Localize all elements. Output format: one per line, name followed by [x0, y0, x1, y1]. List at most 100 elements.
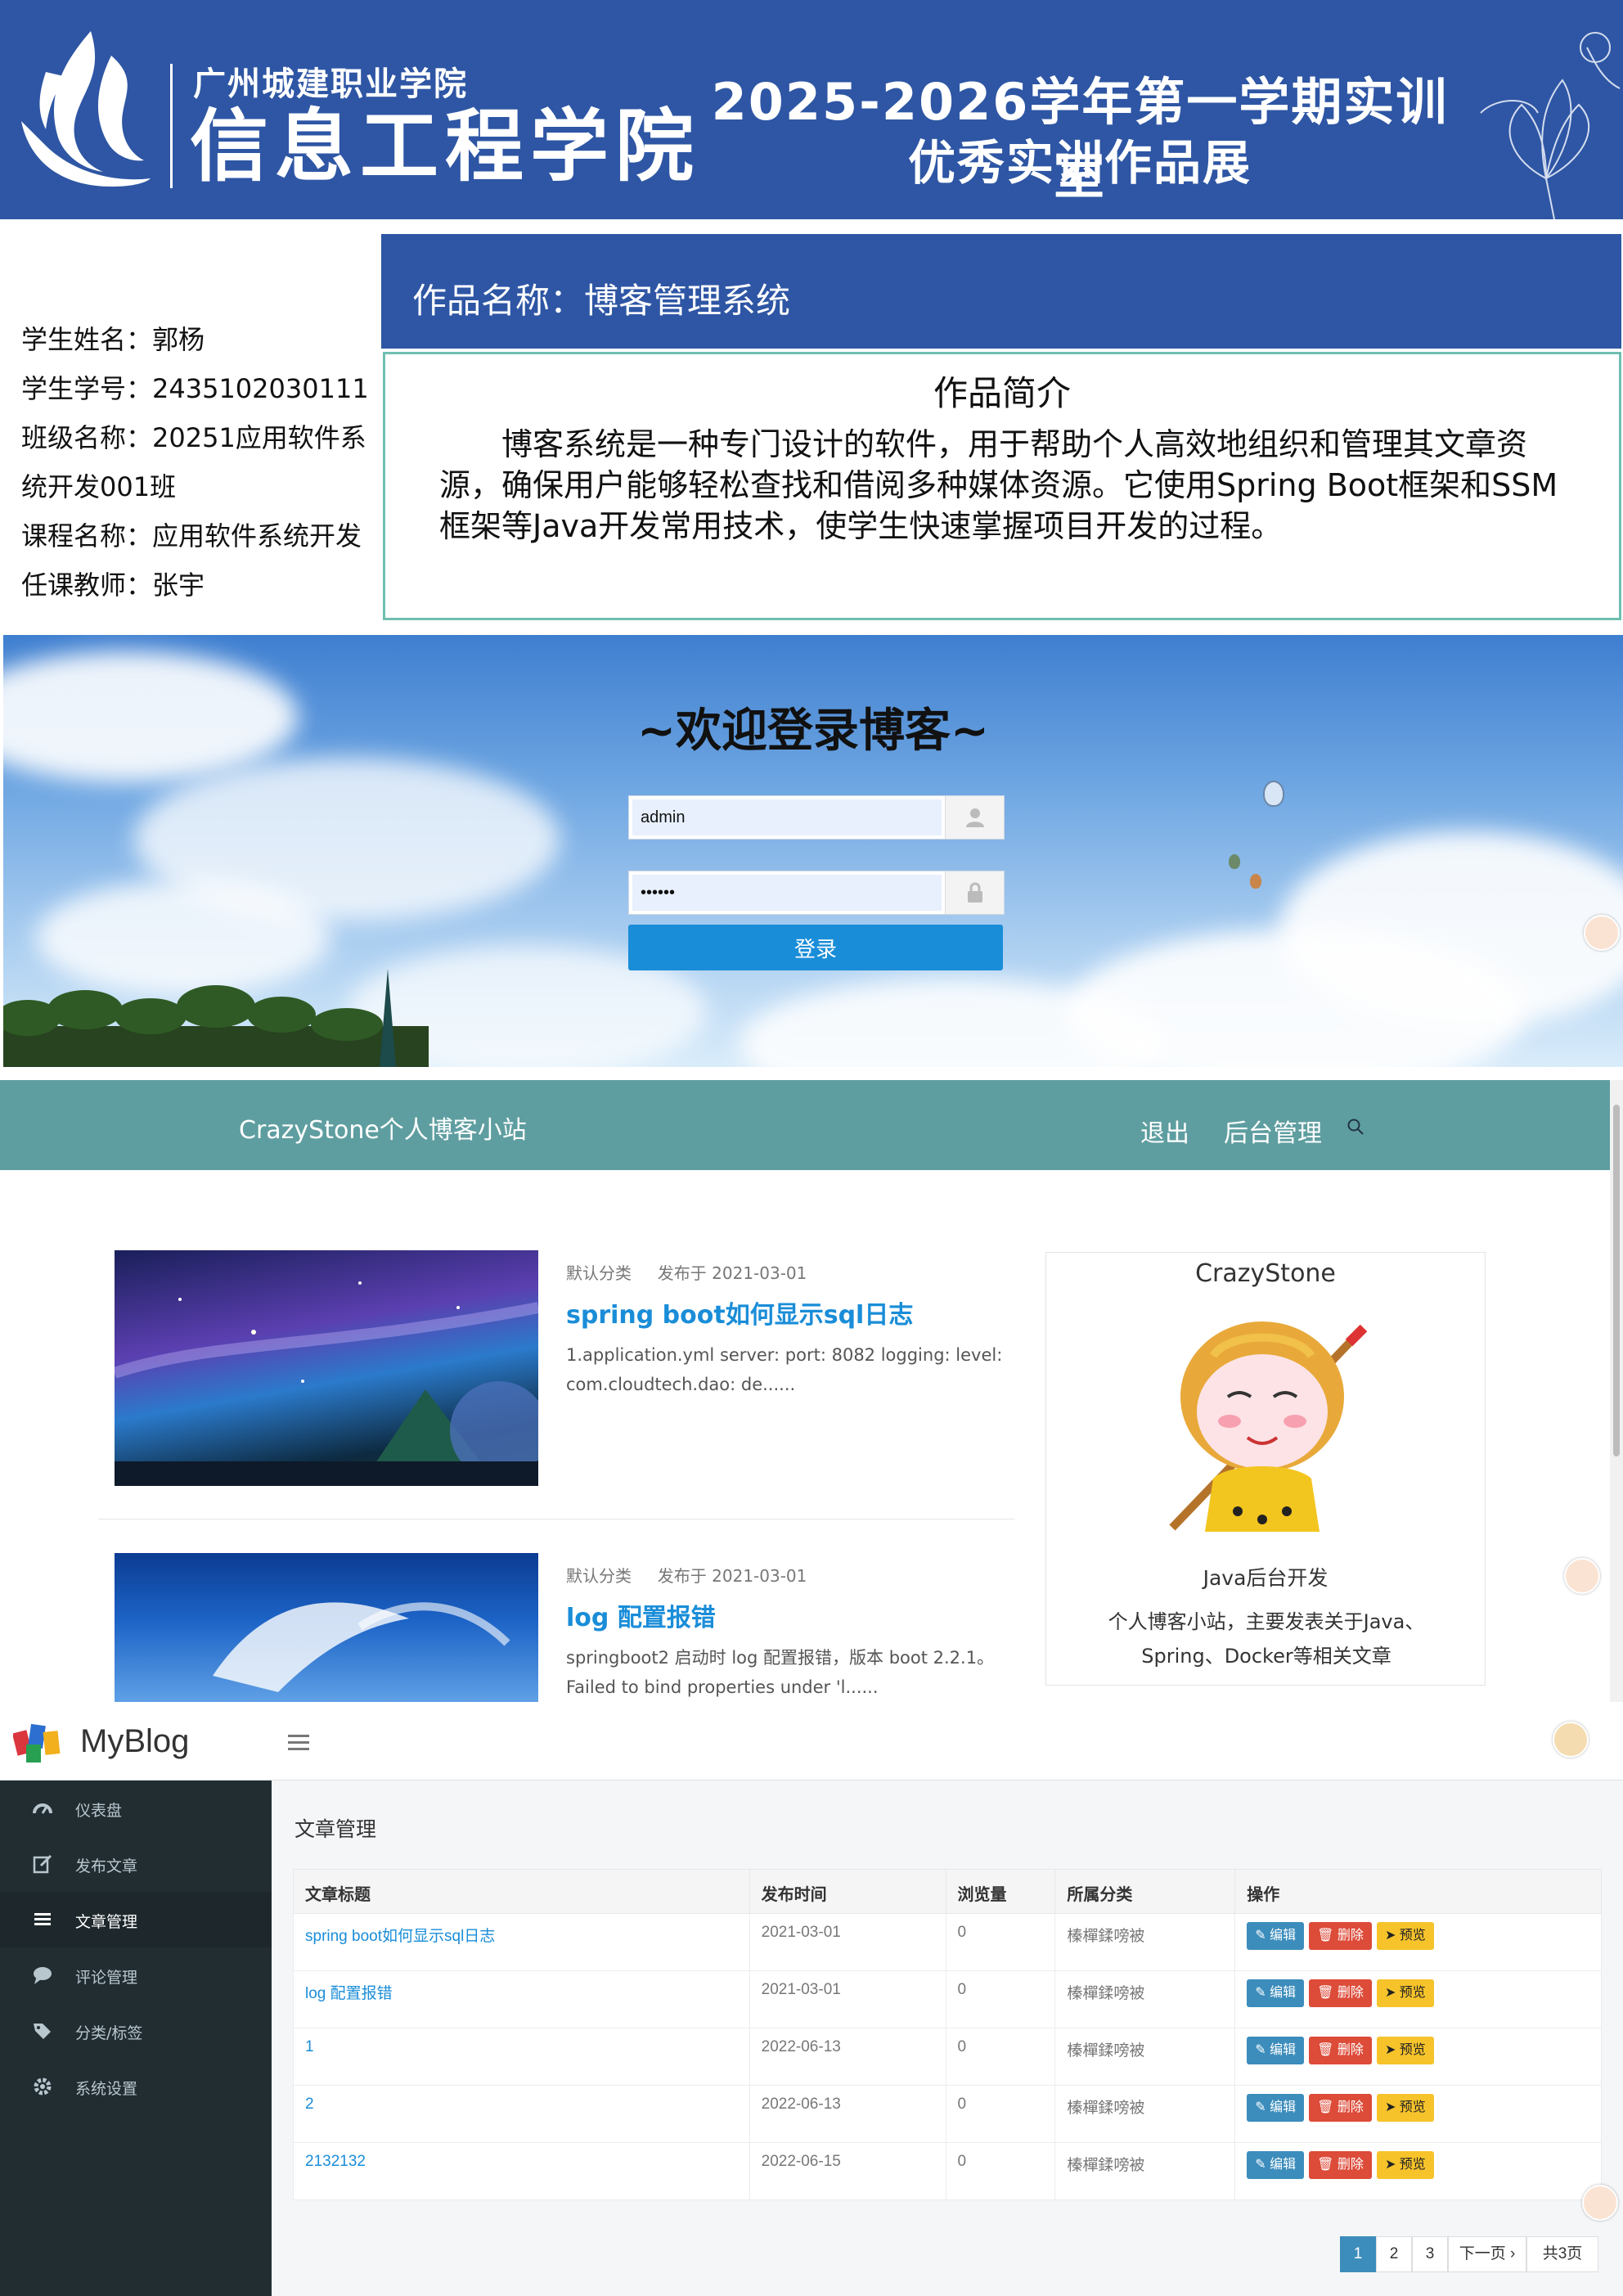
- delete-button[interactable]: 🗑 删除: [1309, 2094, 1372, 2122]
- page-button-3[interactable]: 3: [1412, 2236, 1448, 2272]
- table-cell: 2022-06-13: [749, 2085, 946, 2143]
- preview-button[interactable]: ➤ 预览: [1376, 1922, 1434, 1950]
- lotus-decoration-icon: [1480, 32, 1621, 219]
- delete-button[interactable]: 🗑 删除: [1309, 1979, 1372, 2007]
- edit-button[interactable]: ✎ 编辑: [1247, 2037, 1305, 2064]
- button-label: 编辑: [1270, 1929, 1297, 1943]
- edit-button[interactable]: ✎ 编辑: [1247, 2151, 1305, 2179]
- button-label: 删除: [1337, 1929, 1364, 1943]
- preview-button[interactable]: ➤ 预览: [1376, 2094, 1434, 2122]
- article-title-link[interactable]: 1: [293, 2028, 750, 2086]
- table-row: spring boot如何显示sql日志 2021-03-01 0 榛樿鍒嗙被 ✎ 编辑…: [293, 1913, 1602, 1971]
- table-cell: 2021-03-01: [749, 1970, 946, 2028]
- table-actions: ✎ 编辑 🗑 删除 ➤ 预览: [1234, 1913, 1602, 1971]
- login-button[interactable]: 登录: [628, 925, 1003, 970]
- user-avatar-icon[interactable]: [1553, 1722, 1589, 1758]
- article-title-link[interactable]: spring boot如何显示sql日志: [293, 1913, 750, 1971]
- table-cell: 2021-03-01: [749, 1913, 946, 1971]
- blog-brand[interactable]: CrazyStone个人博客小站: [239, 1110, 527, 1146]
- button-label: 编辑: [1270, 2100, 1297, 2114]
- username-input[interactable]: admin: [632, 799, 942, 835]
- student-id: 学生学号：2435102030111: [21, 373, 369, 404]
- palm-trees-image: [3, 969, 429, 1067]
- sidebar-item-label: 评论管理: [75, 1969, 138, 1987]
- table-header: 所属分类: [1054, 1869, 1236, 1914]
- student-teacher: 任课教师：张宇: [21, 569, 205, 601]
- button-label: 删除: [1337, 2043, 1364, 2057]
- edit-icon: ✎: [1255, 2158, 1270, 2172]
- nav-logout-link[interactable]: 退出: [1140, 1113, 1189, 1149]
- post-category[interactable]: 默认分类: [566, 1566, 632, 1586]
- sidebar-item-publish[interactable]: 发布文章: [0, 1836, 272, 1892]
- intro-box: 作品简介 博客系统是一种专门设计的软件，用于帮助个人高效地组织和管理其文章资源，…: [383, 352, 1621, 620]
- lock-icon: [945, 871, 1004, 914]
- edit-icon: ✎: [1255, 1986, 1270, 2000]
- hamburger-menu-icon[interactable]: [288, 1733, 309, 1751]
- delete-button[interactable]: 🗑 删除: [1309, 1922, 1372, 1950]
- sidebar-item-articles[interactable]: 文章管理: [0, 1892, 272, 1947]
- edit-button[interactable]: ✎ 编辑: [1247, 1922, 1305, 1950]
- admin-sidebar: 仪表盘 发布文章 文章管理 评论管理 分类/标签 系统设置: [0, 1781, 272, 2296]
- sidebar-item-categories[interactable]: 分类/标签: [0, 2003, 272, 2059]
- banner-title-line2: 优秀实训作品展: [907, 135, 1252, 191]
- post-excerpt: 1.application.yml server: port: 8082 log…: [566, 1345, 1003, 1394]
- article-title-link[interactable]: log 配置报错: [293, 1970, 750, 2028]
- preview-button[interactable]: ➤ 预览: [1376, 2037, 1434, 2064]
- monkey-king-avatar-icon: [1169, 1321, 1368, 1532]
- admin-screenshot: MyBlog 仪表盘 发布文章 文章管理 评论管理 分类/标签 系统设置 文章管…: [0, 1702, 1623, 2296]
- post-title[interactable]: log 配置报错: [566, 1597, 716, 1633]
- starry-night-image: [115, 1281, 538, 1486]
- admin-brand-text: MyBlog: [80, 1723, 190, 1759]
- sidebar-item-settings[interactable]: 系统设置: [0, 2059, 272, 2114]
- button-label: 删除: [1337, 2100, 1364, 2114]
- edit-icon: ✎: [1255, 2100, 1270, 2114]
- sidebar-item-dashboard[interactable]: 仪表盘: [0, 1781, 272, 1836]
- school-name: 广州城建职业学院: [193, 65, 468, 103]
- scrollbar-thumb[interactable]: [1613, 1105, 1620, 1456]
- preview-button[interactable]: ➤ 预览: [1376, 1979, 1434, 2007]
- post-thumbnail[interactable]: [115, 1250, 538, 1486]
- table-actions: ✎ 编辑 🗑 删除 ➤ 预览: [1234, 2028, 1602, 2086]
- post-thumbnail[interactable]: [115, 1553, 538, 1702]
- profile-name: CrazyStone: [1195, 1259, 1336, 1288]
- table-actions: ✎ 编辑 🗑 删除 ➤ 预览: [1234, 2085, 1602, 2143]
- page-button-1[interactable]: 1: [1340, 2236, 1376, 2272]
- post-date: 发布于 2021-03-01: [657, 1263, 807, 1283]
- nav-admin-link[interactable]: 后台管理: [1224, 1113, 1322, 1149]
- intro-text: 博客系统是一种专门设计的软件，用于帮助个人高效地组织和管理其文章资源，确保用户能…: [439, 426, 1558, 544]
- table-cell: 2022-06-13: [749, 2028, 946, 2086]
- admin-brand[interactable]: MyBlog: [0, 1702, 272, 1781]
- chat-avatar-icon[interactable]: [1564, 1558, 1600, 1594]
- button-label: 编辑: [1270, 1986, 1297, 2000]
- edit-button[interactable]: ✎ 编辑: [1247, 1979, 1305, 2007]
- work-name-header: 作品名称：博客管理系统: [381, 234, 1621, 349]
- list-icon: [34, 1913, 51, 1925]
- button-label: 预览: [1399, 1929, 1426, 1943]
- edit-button[interactable]: ✎ 编辑: [1247, 2094, 1305, 2122]
- login-title: ~欢迎登录博客~: [637, 705, 989, 758]
- next-page-button[interactable]: 下一页 ›: [1448, 2236, 1526, 2272]
- chat-avatar-icon[interactable]: [1584, 915, 1620, 951]
- preview-button[interactable]: ➤ 预览: [1376, 2151, 1434, 2179]
- post-title[interactable]: spring boot如何显示sql日志: [566, 1294, 913, 1330]
- gear-icon: [34, 2078, 52, 2096]
- post-category[interactable]: 默认分类: [566, 1263, 632, 1283]
- page-button-2[interactable]: 2: [1376, 2236, 1412, 2272]
- delete-button[interactable]: 🗑 删除: [1309, 2151, 1372, 2179]
- profile-role: Java后台开发: [1203, 1566, 1329, 1590]
- hot-air-balloon-icon: [1229, 854, 1240, 869]
- banner: 广州城建职业学院 信息工程学院 2025-2026学年第一学期实训室 优秀实训作…: [0, 0, 1623, 219]
- table-cell: 0: [945, 2028, 1056, 2086]
- chat-avatar-icon[interactable]: [1582, 2185, 1618, 2221]
- post-excerpt: springboot2 启动时 log 配置报错，版本 boot 2.2.1。 …: [566, 1648, 995, 1697]
- username-field[interactable]: admin: [628, 795, 1005, 840]
- password-field[interactable]: ••••••: [628, 871, 1005, 915]
- delete-button[interactable]: 🗑 删除: [1309, 2037, 1372, 2064]
- password-input[interactable]: ••••••: [632, 875, 942, 911]
- table-header: 发布时间: [749, 1869, 946, 1914]
- article-title-link[interactable]: 2132132: [293, 2142, 750, 2200]
- sidebar-item-comments[interactable]: 评论管理: [0, 1947, 272, 2003]
- article-title-link[interactable]: 2: [293, 2085, 750, 2143]
- button-label: 删除: [1337, 1986, 1364, 2000]
- search-icon[interactable]: [1347, 1118, 1364, 1136]
